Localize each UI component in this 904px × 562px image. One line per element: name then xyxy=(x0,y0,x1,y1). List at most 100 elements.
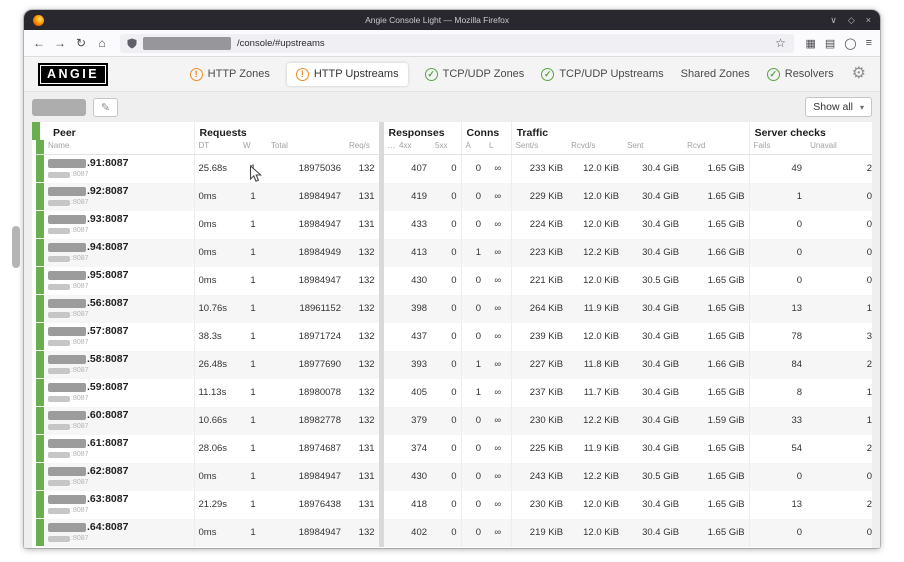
table-row[interactable]: .93:8087:80870ms11898494713143300∞224 Ki… xyxy=(36,211,872,239)
table-row[interactable]: .95:8087:80870ms11898494713243000∞221 Ki… xyxy=(36,267,872,295)
bookmark-star-icon[interactable]: ☆ xyxy=(773,36,787,50)
tab-http-zones[interactable]: !HTTP Zones xyxy=(190,68,270,81)
column-header[interactable]: Unavail xyxy=(806,140,872,155)
tab-tcp-udp-zones[interactable]: ✓TCP/UDP Zones xyxy=(425,68,525,81)
table-row[interactable]: .94:8087:80870ms11898494913241301∞223 Ki… xyxy=(36,239,872,267)
peer-name: .63:8087 xyxy=(87,494,128,505)
sub-toolbar: ✎ Show all ▾ xyxy=(24,92,880,122)
table-row[interactable]: .61:8087:808728.06s11897468713137400∞225… xyxy=(36,435,872,463)
column-header[interactable]: 4xx xyxy=(395,140,431,155)
peer-subname: :8087 xyxy=(71,451,89,459)
table-row[interactable]: .59:8087:808711.13s11898007813240501∞237… xyxy=(36,379,872,407)
cell-l: ∞ xyxy=(485,323,511,351)
cell-a: 0 xyxy=(461,463,485,491)
peer-status-bar xyxy=(36,491,44,519)
cell-sent: 30.4 GiB xyxy=(623,491,683,519)
column-header[interactable]: Name xyxy=(44,140,194,155)
account-icon[interactable]: ◯ xyxy=(844,37,856,50)
menu-icon[interactable]: ≡ xyxy=(866,37,872,50)
tab-resolvers[interactable]: ✓Resolvers xyxy=(767,68,834,81)
reload-button[interactable]: ↻ xyxy=(74,36,88,50)
table-row[interactable]: .60:8087:808710.66s11898277813237900∞230… xyxy=(36,407,872,435)
column-header[interactable]: Fails xyxy=(749,140,806,155)
cell-rcvd_s: 12.2 KiB xyxy=(567,463,623,491)
forward-button[interactable]: → xyxy=(53,36,67,50)
cell-fails: 0 xyxy=(749,519,806,547)
collapsed-columns-cell xyxy=(381,211,395,239)
table-row[interactable]: .62:8087:80870ms11898494713143000∞243 Ki… xyxy=(36,463,872,491)
cell-w: 1 xyxy=(239,407,267,435)
column-header[interactable]: Total xyxy=(267,140,345,155)
cell-unavail: 1 xyxy=(806,295,872,323)
library-icon[interactable]: ▤ xyxy=(825,37,835,50)
firefox-icon xyxy=(33,15,44,26)
column-header[interactable]: 5xx xyxy=(431,140,461,155)
column-header[interactable]: A xyxy=(461,140,485,155)
redacted-subhost xyxy=(48,284,70,290)
column-header[interactable]: Rcvd xyxy=(683,140,749,155)
table-row[interactable]: .63:8087:808721.29s11897643813141800∞230… xyxy=(36,491,872,519)
cell-a: 0 xyxy=(461,267,485,295)
cell-r4xx: 437 xyxy=(395,323,431,351)
table-row[interactable]: .64:8087:80870ms11898494713240200∞219 Ki… xyxy=(36,519,872,547)
edit-button[interactable]: ✎ xyxy=(93,98,118,117)
column-header[interactable]: L xyxy=(485,140,511,155)
cell-r5xx: 0 xyxy=(431,379,461,407)
cell-l: ∞ xyxy=(485,155,511,183)
cell-rcvd: 1.65 GiB xyxy=(683,463,749,491)
peer-name: .92:8087 xyxy=(87,186,128,197)
column-header[interactable]: DT xyxy=(194,140,239,155)
table-row[interactable]: .92:8087:80870ms11898494713141900∞229 Ki… xyxy=(36,183,872,211)
console-page: ANGIE !HTTP Zones!HTTP Upstreams✓TCP/UDP… xyxy=(24,57,880,548)
table-row[interactable]: .57:8087:808738.3s11897172413243700∞239 … xyxy=(36,323,872,351)
back-button[interactable]: ← xyxy=(32,36,46,50)
table-row[interactable]: .56:8087:808710.76s11896115213239800∞264… xyxy=(36,295,872,323)
redacted-subhost xyxy=(48,508,70,514)
extensions-icon[interactable]: ▦ xyxy=(805,37,815,50)
column-header[interactable]: … xyxy=(381,140,395,155)
cell-dt: 25.68s xyxy=(194,155,239,183)
cell-r4xx: 393 xyxy=(395,351,431,379)
cell-reqs: 131 xyxy=(345,463,381,491)
cell-total: 18971724 xyxy=(267,323,345,351)
peer-name: .62:8087 xyxy=(87,466,128,477)
peer-name: .58:8087 xyxy=(87,354,128,365)
toolbar-right-icons: ▦ ▤ ◯ ≡ xyxy=(805,37,872,50)
column-header[interactable]: Sent/s xyxy=(511,140,567,155)
redacted-host xyxy=(48,467,86,476)
cell-unavail: 0 xyxy=(806,211,872,239)
cell-a: 1 xyxy=(461,239,485,267)
tab-shared-zones[interactable]: Shared Zones xyxy=(681,68,750,80)
cell-fails: 33 xyxy=(749,407,806,435)
cell-sent: 30.4 GiB xyxy=(623,379,683,407)
address-bar[interactable]: /console/#upstreams ☆ xyxy=(120,34,794,53)
peer-subname: :8087 xyxy=(71,507,89,515)
cell-r5xx: 0 xyxy=(431,295,461,323)
column-header[interactable]: W xyxy=(239,140,267,155)
column-header[interactable]: Rcvd/s xyxy=(567,140,623,155)
peer-status-bar xyxy=(36,155,44,183)
maximize-button[interactable]: ◇ xyxy=(848,15,855,26)
cell-fails: 0 xyxy=(749,463,806,491)
tab-tcp-udp-upstreams[interactable]: ✓TCP/UDP Upstreams xyxy=(541,68,663,81)
window-title: Angie Console Light — Mozilla Firefox xyxy=(44,15,830,25)
minimize-button[interactable]: ∨ xyxy=(830,15,837,26)
home-button[interactable]: ⌂ xyxy=(95,36,109,50)
peer-name: .91:8087 xyxy=(87,158,128,169)
cell-l: ∞ xyxy=(485,435,511,463)
collapsed-columns-cell xyxy=(381,407,395,435)
close-button[interactable]: × xyxy=(866,15,871,26)
tab-http-upstreams[interactable]: !HTTP Upstreams xyxy=(287,63,408,86)
table-group-row: PeerRequestsResponsesConnsTrafficServer … xyxy=(36,122,872,140)
column-header[interactable]: Sent xyxy=(623,140,683,155)
table-row[interactable]: .91:8087:808725.68s11897503613240700∞233… xyxy=(36,155,872,183)
peer-name-cell: .95:8087:8087 xyxy=(44,267,194,295)
show-all-select[interactable]: Show all ▾ xyxy=(805,97,872,117)
table-row[interactable]: .58:8087:808726.48s11897769013239301∞227… xyxy=(36,351,872,379)
cell-l: ∞ xyxy=(485,491,511,519)
cell-dt: 0ms xyxy=(194,267,239,295)
settings-gear-icon[interactable]: ⚙ xyxy=(852,66,866,82)
column-header[interactable]: Req/s xyxy=(345,140,381,155)
cell-unavail: 2 xyxy=(806,435,872,463)
cell-a: 0 xyxy=(461,295,485,323)
